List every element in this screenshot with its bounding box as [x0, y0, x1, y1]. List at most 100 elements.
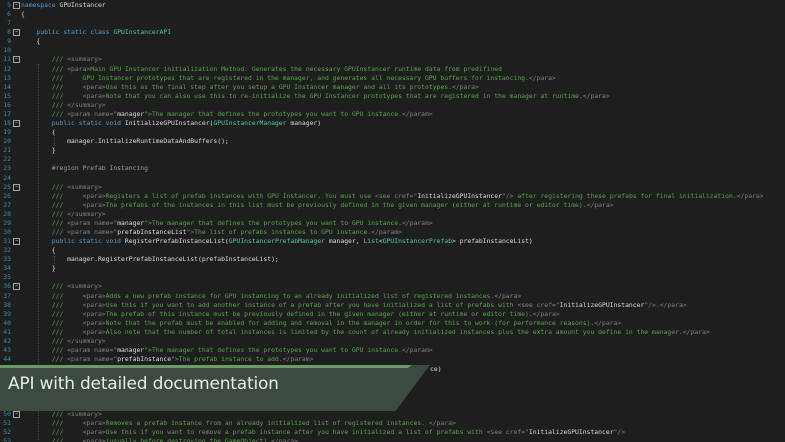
line-number: 15	[3, 91, 11, 100]
code-token: manager)	[286, 119, 322, 128]
code-token: ///	[21, 191, 83, 200]
code-token: </param>	[282, 355, 314, 364]
collapse-icon[interactable]: −	[13, 238, 20, 246]
line-number: 21	[3, 146, 11, 155]
code-token: <param name="	[67, 355, 118, 364]
code-text: /// <param name="manager">The manager th…	[21, 219, 433, 228]
code-token: ///	[21, 291, 83, 300]
code-line[interactable]: 5− namespace GPUInstancer	[0, 1, 785, 10]
code-line[interactable]: 32 {	[0, 246, 785, 255]
code-line[interactable]: 18− public static void InitializeGPUInst…	[0, 119, 785, 128]
code-line[interactable]: 35	[0, 273, 785, 282]
line-number: 14	[3, 82, 11, 91]
collapse-icon[interactable]: −	[13, 283, 20, 291]
code-token: Removes a prefab instance from an alread…	[105, 418, 429, 427]
code-line[interactable]: 8− public static class GPUInstancerAPI	[0, 28, 785, 37]
code-token: List	[363, 237, 379, 246]
line-number: 7	[7, 19, 11, 28]
code-token: </para>	[528, 73, 556, 82]
code-line[interactable]: 38 /// <para>Use this if you want to add…	[0, 301, 785, 310]
code-token: <see cref="	[486, 427, 529, 436]
code-text: /// <para>Note that you can also use thi…	[21, 92, 610, 101]
line-number: 13	[3, 73, 11, 82]
code-text: /// <param name="manager">The manager th…	[21, 110, 433, 119]
line-number: 43	[3, 346, 11, 355]
collapse-icon[interactable]: −	[13, 120, 20, 128]
code-line[interactable]: 21 }	[0, 146, 785, 155]
code-token: {	[21, 10, 25, 19]
code-token: The manager that defines the prototypes …	[151, 218, 402, 227]
code-token: </para>	[582, 91, 610, 100]
code-token: ///	[21, 436, 83, 442]
code-line[interactable]: 52 /// <para>Use this if you want to rem…	[0, 428, 785, 437]
code-token: manager,	[324, 237, 364, 246]
code-line[interactable]: 19 {	[0, 128, 785, 137]
code-line[interactable]: 37 /// <para>Adds a new prefab instance …	[0, 292, 785, 301]
code-line[interactable]: 25− /// <summary>	[0, 183, 785, 192]
code-line[interactable]: 22	[0, 155, 785, 164]
code-token: <para>	[82, 191, 106, 200]
code-line[interactable]: 51 /// <para>Removes a prefab instance f…	[0, 419, 785, 428]
code-token: <para>	[82, 418, 106, 427]
code-line[interactable]: 12 /// <para>Main GPU Instancer initiali…	[0, 65, 785, 74]
code-line[interactable]: 16 /// </summary>	[0, 101, 785, 110]
code-token: ///	[21, 182, 68, 191]
code-text: /// <param name="prefabInstanceList">The…	[21, 228, 402, 237]
code-token: </summary>	[67, 209, 106, 218]
code-line[interactable]: 40 /// <para>Note that the prefab must b…	[0, 319, 785, 328]
code-token: </para>	[451, 82, 479, 91]
code-line[interactable]: 7	[0, 19, 785, 28]
code-line[interactable]: 27 /// <para>The prefabs of the instance…	[0, 201, 785, 210]
code-line[interactable]: 34 }	[0, 264, 785, 273]
code-text: /// GPU Instancer prototypes that are re…	[21, 74, 556, 83]
collapse-icon[interactable]: −	[13, 410, 20, 418]
code-line[interactable]: 30 /// <param name="prefabInstanceList">…	[0, 228, 785, 237]
line-number: 24	[3, 173, 11, 182]
code-line[interactable]: 20 manager.InitializeRuntimeDataAndBuffe…	[0, 137, 785, 146]
code-line[interactable]: 10	[0, 46, 785, 55]
code-line[interactable]: 33 manager.RegisterPrefabInstanceList(pr…	[0, 255, 785, 264]
code-token: InitializeGPUInstancer	[417, 191, 502, 200]
code-token: > prefabInstanceList)	[451, 237, 533, 246]
code-line[interactable]: 31− public static void RegisterPrefabIns…	[0, 237, 785, 246]
code-line[interactable]: 41 /// <para>Also note that the number o…	[0, 328, 785, 337]
code-line[interactable]: 39 /// <para>The prefab of this instance…	[0, 310, 785, 319]
code-line[interactable]: 9 {	[0, 37, 785, 46]
code-token: #region Prefab Instancing	[21, 164, 148, 173]
code-line[interactable]: 24	[0, 174, 785, 183]
code-line[interactable]: 29 /// <param name="manager">The manager…	[0, 219, 785, 228]
code-token: <summary>	[67, 282, 102, 291]
line-number: 51	[3, 418, 11, 427]
code-line[interactable]: 53 /// <para>(usually before destroying …	[0, 437, 785, 442]
code-line[interactable]: 6{	[0, 10, 785, 19]
code-token: <para>	[67, 64, 91, 73]
partial-code-text: ce)	[430, 365, 442, 373]
collapse-icon[interactable]: −	[13, 56, 20, 64]
code-token: The list of prefabs instances to GPU ins…	[194, 228, 372, 236]
code-line[interactable]: 44 /// <param name="prefabInstance">The …	[0, 355, 785, 364]
code-line[interactable]: 14 /// <para>Use this as the final step …	[0, 83, 785, 92]
code-line[interactable]: 28 /// </summary>	[0, 210, 785, 219]
code-line[interactable]: 23 #region Prefab Instancing	[0, 164, 785, 173]
code-line[interactable]: 13 /// GPU Instancer prototypes that are…	[0, 74, 785, 83]
code-line[interactable]: 15 /// <para>Note that you can also use …	[0, 92, 785, 101]
line-number: 39	[3, 309, 11, 318]
code-token: Registers a list of prefab instances wit…	[105, 191, 375, 200]
line-number: 9	[7, 37, 11, 46]
code-line[interactable]: 43 /// <param name="manager">The manager…	[0, 346, 785, 355]
line-number: 40	[3, 318, 11, 327]
code-text: /// <para>Also note that the number of t…	[21, 328, 710, 337]
collapse-icon[interactable]: −	[13, 2, 20, 9]
code-line[interactable]: 17 /// <param name="manager">The manager…	[0, 110, 785, 119]
code-token: </para>	[682, 327, 710, 336]
code-token: <summary>	[67, 55, 102, 64]
collapse-icon[interactable]: −	[13, 183, 20, 191]
code-line[interactable]: 36− /// <summary>	[0, 282, 785, 291]
code-token: </param>	[401, 218, 433, 227]
collapse-icon[interactable]: −	[13, 29, 20, 37]
code-line[interactable]: 42 /// </summary>	[0, 337, 785, 346]
code-token: ///	[21, 282, 68, 291]
code-line[interactable]: 11− /// <summary>	[0, 55, 785, 64]
code-line[interactable]: 26 /// <para>Registers a list of prefab …	[0, 192, 785, 201]
code-token: ///	[21, 427, 83, 436]
